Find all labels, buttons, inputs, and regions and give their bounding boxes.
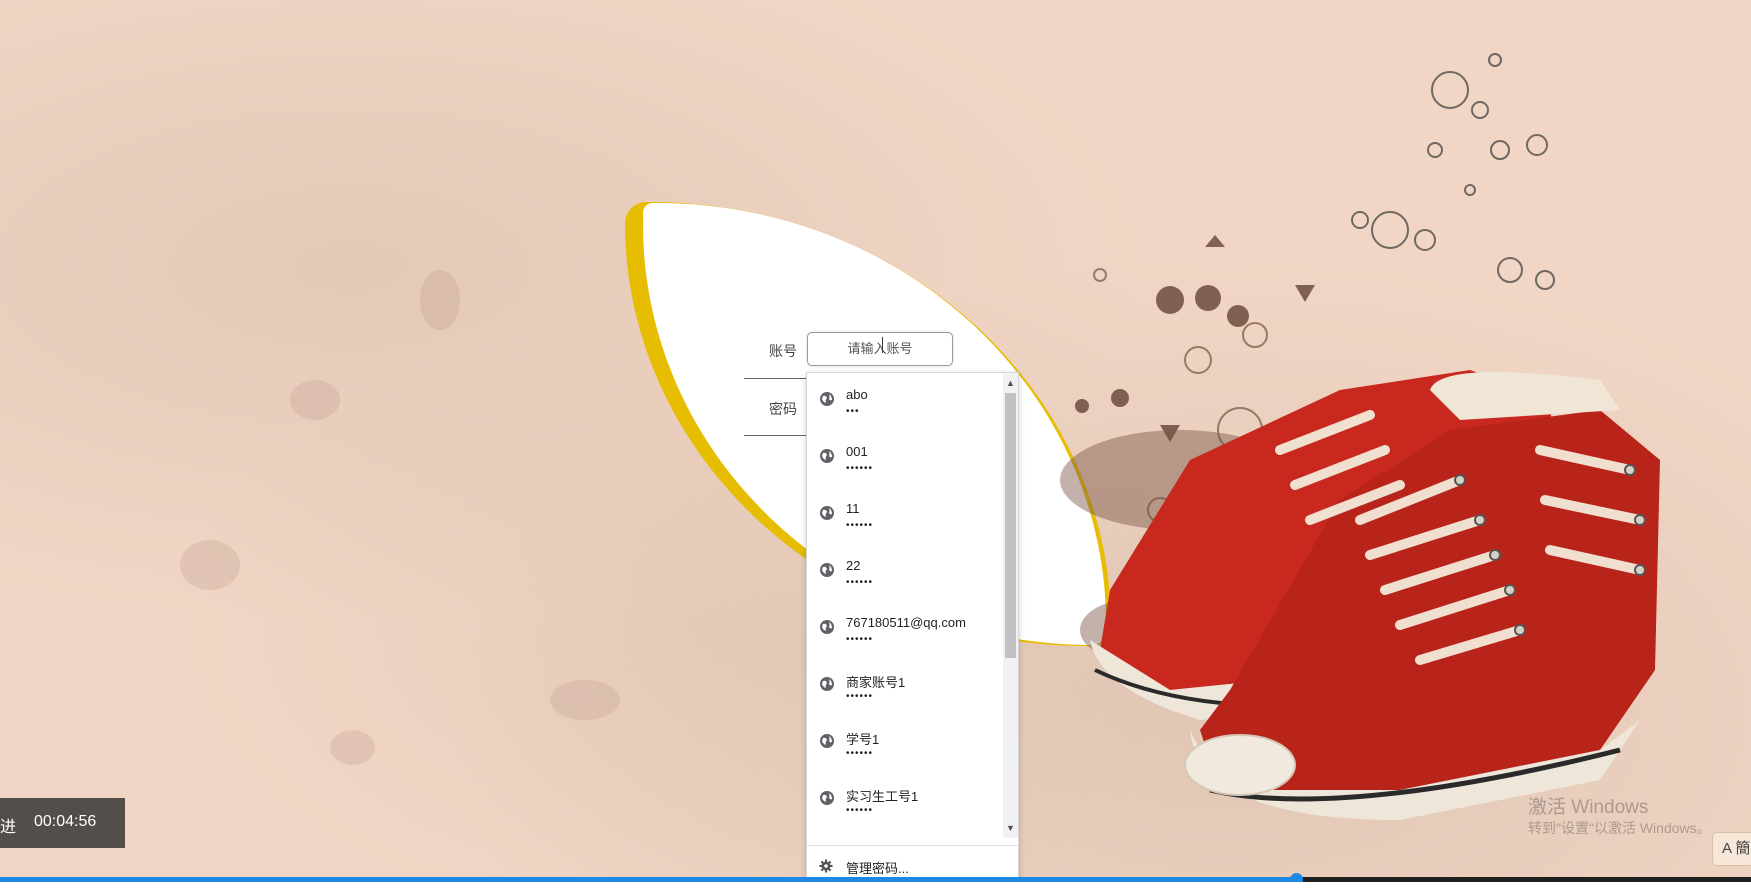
globe-icon <box>820 392 834 406</box>
scroll-thumb[interactable] <box>1005 393 1016 658</box>
saved-account-item[interactable]: abo ••• <box>807 373 1003 430</box>
paper-stain <box>290 380 340 420</box>
saved-account-password-mask: ••• <box>846 406 860 417</box>
globe-icon <box>820 791 834 805</box>
saved-account-password-mask: •••••• <box>846 520 874 531</box>
globe-icon <box>820 506 834 520</box>
saved-account-item[interactable]: 商家账号1 •••••• <box>807 658 1003 715</box>
saved-account-password-mask: •••••• <box>846 805 874 816</box>
gear-icon <box>819 859 833 873</box>
saved-accounts-list: abo ••• 001 •••••• 11 •••••• 22 •••••• 767180511… <box>807 373 1003 838</box>
bottom-edge <box>0 882 1751 891</box>
paper-stain <box>180 540 240 590</box>
saved-account-username: 001 <box>846 444 868 459</box>
autocomplete-dropdown: abo ••• 001 •••••• 11 •••••• 22 •••••• 767180511… <box>806 372 1019 891</box>
saved-account-item[interactable]: 22 •••••• <box>807 544 1003 601</box>
saved-account-item[interactable]: 学号1 •••••• <box>807 715 1003 772</box>
video-time-overlay: 进 00:04:56 <box>0 798 125 848</box>
saved-account-password-mask: •••••• <box>846 463 874 474</box>
paper-stain <box>550 680 620 720</box>
globe-icon <box>820 563 834 577</box>
ime-indicator[interactable]: A 簡 <box>1712 832 1751 866</box>
windows-activation-title: 激活 Windows <box>1528 797 1649 818</box>
globe-icon <box>820 734 834 748</box>
manage-passwords-label: 管理密码... <box>846 861 909 876</box>
red-sneakers-illustration <box>1060 53 1660 820</box>
globe-icon <box>820 677 834 691</box>
globe-icon <box>820 620 834 634</box>
saved-account-item[interactable]: 11 •••••• <box>807 487 1003 544</box>
dropdown-scrollbar[interactable]: ▲ ▼ <box>1003 373 1018 838</box>
saved-account-password-mask: •••••• <box>846 748 874 759</box>
password-underline <box>744 435 806 436</box>
scroll-down-arrow-icon[interactable]: ▼ <box>1003 820 1018 836</box>
saved-account-password-mask: •••••• <box>846 691 874 702</box>
windows-activation-subtitle: 转到"设置"以激活 Windows。 <box>1528 820 1711 836</box>
saved-account-item[interactable]: 767180511@qq.com •••••• <box>807 601 1003 658</box>
saved-account-username: 学号1 <box>846 732 880 747</box>
paper-stain <box>420 270 460 330</box>
saved-account-username: 实习生工号1 <box>846 789 919 804</box>
video-overlay-text: 进 <box>0 819 17 836</box>
globe-icon <box>820 449 834 463</box>
account-placeholder: 请输入账号 <box>847 341 913 356</box>
text-cursor <box>882 337 883 353</box>
scroll-up-arrow-icon[interactable]: ▲ <box>1003 375 1018 391</box>
account-underline <box>744 378 806 379</box>
saved-account-username: abo <box>846 387 868 402</box>
saved-account-password-mask: •••••• <box>846 577 874 588</box>
paper-stain <box>330 730 375 765</box>
account-input[interactable]: 请输入账号 <box>807 332 953 366</box>
password-label: 密码 <box>769 401 797 417</box>
saved-account-username: 22 <box>846 558 861 573</box>
saved-account-username: 11 <box>846 501 860 516</box>
saved-account-username: 商家账号1 <box>846 675 906 690</box>
video-timestamp: 00:04:56 <box>34 813 97 830</box>
saved-account-username: 767180511@qq.com <box>846 615 966 630</box>
saved-account-item[interactable]: 001 •••••• <box>807 430 1003 487</box>
saved-account-item[interactable]: 实习生工号1 •••••• <box>807 772 1003 829</box>
saved-account-password-mask: •••••• <box>846 634 874 645</box>
account-label: 账号 <box>769 343 797 359</box>
